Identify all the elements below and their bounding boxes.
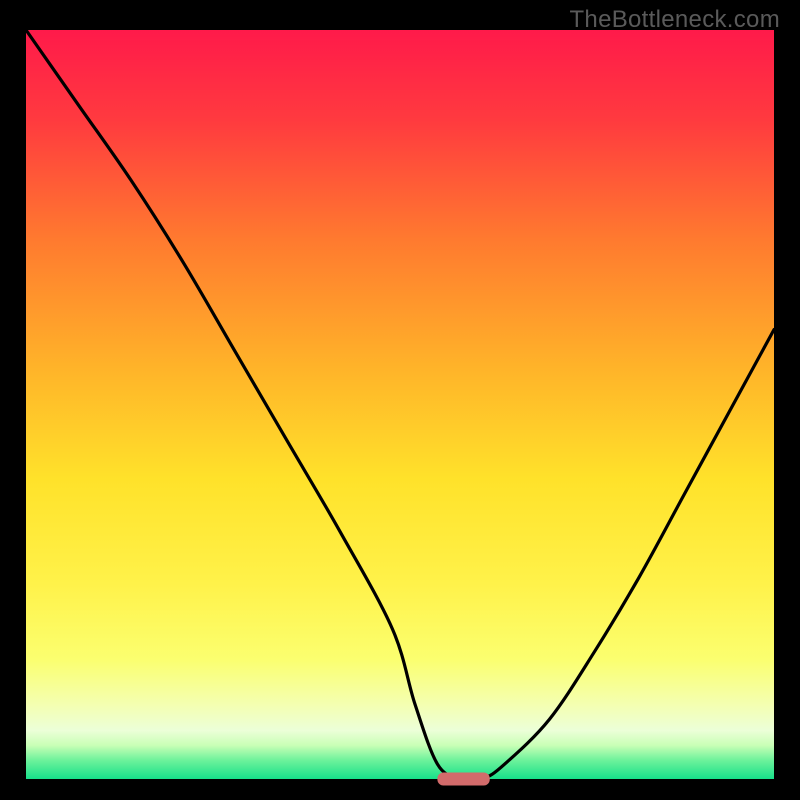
bottleneck-marker: [437, 773, 489, 786]
chart-svg: [0, 0, 800, 800]
plot-background: [26, 30, 774, 779]
watermark-text: TheBottleneck.com: [569, 6, 780, 34]
bottleneck-chart: TheBottleneck.com: [0, 0, 800, 800]
